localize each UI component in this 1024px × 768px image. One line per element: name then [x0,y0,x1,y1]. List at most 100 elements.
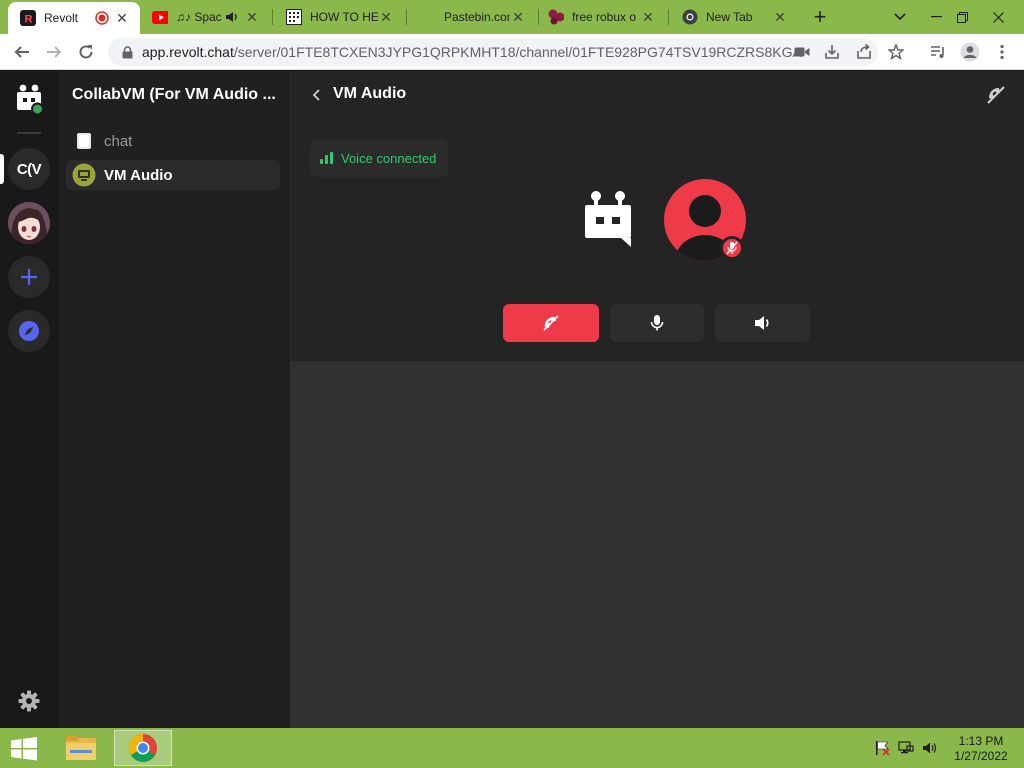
tab-title: New Tab [706,10,753,24]
tab-pastebin[interactable]: Pastebin.con ✕ [408,0,536,34]
back-arrow-icon[interactable] [8,38,36,66]
chrome-taskbar-button[interactable] [114,730,172,766]
speaker-toggle-button[interactable] [715,304,810,342]
compass-icon [19,321,39,341]
server-sidebar: C(V [0,71,58,728]
folder-icon [66,736,96,760]
speaker-icon [754,316,769,330]
clock-time: 1:13 PM [958,734,1004,748]
plus-icon [21,269,37,285]
tab-new-tab[interactable]: New Tab ✕ [670,0,798,34]
server-icon-collabvm[interactable]: C(V [8,148,50,190]
close-tab-icon[interactable]: ✕ [510,9,526,25]
tab-separator [406,9,407,25]
voice-status-text: Voice connected [341,150,437,166]
robux-favicon-icon [548,9,564,25]
tab-separator [668,9,669,25]
svg-text:R: R [25,14,33,26]
url-host: app.revolt.chat [142,44,234,60]
add-server-button[interactable] [8,256,50,298]
close-window-icon[interactable] [982,0,1014,34]
tab-free-robux[interactable]: free robux o ✕ [540,0,666,34]
profile-avatar-icon[interactable] [956,38,984,66]
tab-title: Revolt [44,11,79,25]
grid-favicon-icon [286,9,302,25]
tab-revolt[interactable]: R Revolt ✕ [8,2,140,34]
channel-item-chat[interactable]: chat [66,126,280,156]
settings-button[interactable] [14,686,44,716]
revolt-app: C(V CollabVM (For VM Audio ... chat VM A… [0,71,1024,728]
bookmark-star-icon[interactable] [884,38,908,66]
install-app-icon[interactable] [820,38,844,66]
gear-icon [18,690,40,712]
anime-avatar-image-icon [8,202,50,244]
url-path: /server/01FTE8TCXEN3JYPG1QRPKMHT18/chann… [233,44,802,60]
close-tab-icon[interactable]: ✕ [244,9,260,25]
server-list-divider [17,132,41,134]
reload-icon[interactable] [72,38,100,66]
voice-channel-view: VM Audio Voice connected [290,71,1024,728]
tab-title: HOW TO HE [310,10,378,24]
camera-icon[interactable] [790,38,814,66]
lock-icon[interactable] [120,45,134,59]
microphone-icon [650,315,664,331]
address-bar[interactable]: app.revolt.chat/server/01FTE8TCXEN3JYPG1… [108,38,878,66]
close-tab-icon[interactable]: ✕ [378,9,394,25]
tab-spac[interactable]: ♫♪ Spac ✕ [142,0,270,34]
server-icon-anime-avatar[interactable] [8,202,50,244]
bot-participant-avatar[interactable] [583,189,633,247]
media-control-icon[interactable] [924,38,952,66]
voice-status-pill: Voice connected [310,139,449,177]
server-name-header[interactable]: CollabVM (For VM Audio ... [58,71,290,119]
action-center-flag-icon[interactable] [872,738,892,758]
tab-title: ♫♪ Spac [176,10,222,24]
close-tab-icon[interactable]: ✕ [772,9,788,25]
channel-label: chat [104,132,133,150]
discover-button[interactable] [8,310,50,352]
leave-call-header-icon[interactable] [984,83,1008,107]
forward-arrow-icon[interactable] [40,38,68,66]
windows-taskbar: 1:13 PM 1/27/2022 [0,728,1024,768]
hangup-icon [543,315,559,331]
chrome-favicon-icon [682,9,698,25]
chrome-icon [129,734,157,762]
microphone-toggle-button[interactable] [610,304,704,342]
tab-title: free robux o [572,10,637,24]
kebab-menu-icon[interactable] [988,38,1016,66]
tab-separator [272,9,273,25]
revolt-bot-icon [585,191,631,247]
close-tab-icon[interactable]: ✕ [114,10,130,26]
tab-separator [538,9,539,25]
windows-start-icon[interactable] [10,737,38,761]
voice-channel-icon [72,163,96,187]
channel-sidebar: CollabVM (For VM Audio ... chat VM Audio [58,71,290,728]
browser-toolbar: app.revolt.chat/server/01FTE8TCXEN3JYPG1… [0,34,1024,70]
share-icon[interactable] [852,38,876,66]
system-clock[interactable]: 1:13 PM 1/27/2022 [946,734,1016,764]
tab-search-icon[interactable] [884,0,916,34]
revolt-favicon-icon: R [20,10,36,26]
close-tab-icon[interactable]: ✕ [640,9,656,25]
restore-icon[interactable] [946,0,978,34]
text-channel-icon [72,129,96,153]
tab-how-to[interactable]: HOW TO HE ✕ [274,0,404,34]
channel-item-vm-audio[interactable]: VM Audio [66,160,280,190]
channel-header: VM Audio [290,71,1024,119]
new-tab-button[interactable]: + [806,4,834,29]
youtube-favicon-icon [152,9,168,25]
channel-title: VM Audio [333,85,407,102]
muted-mic-badge-icon [720,236,744,260]
disconnect-button[interactable] [503,304,599,342]
collapse-sidebar-chevron-icon[interactable] [308,85,324,105]
home-button[interactable] [8,79,50,121]
recording-icon [94,10,110,26]
file-explorer-taskbar-button[interactable] [52,730,110,766]
channel-label: VM Audio [104,166,173,184]
volume-icon[interactable] [920,738,940,758]
network-icon[interactable] [896,738,916,758]
signal-bars-icon [320,152,334,164]
tab-title: Pastebin.con [444,10,510,24]
audio-playing-icon[interactable] [224,9,240,25]
url-text[interactable]: app.revolt.chat/server/01FTE8TCXEN3JYPG1… [142,44,802,60]
clock-date: 1/27/2022 [954,749,1008,763]
